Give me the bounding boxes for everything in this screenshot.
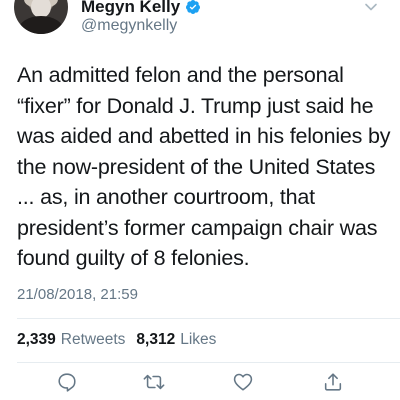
avatar[interactable] — [14, 0, 68, 34]
like-button[interactable] — [229, 368, 257, 396]
reply-icon — [56, 371, 78, 393]
retweet-button[interactable] — [140, 368, 168, 396]
retweets-count[interactable]: 2,339 — [17, 331, 56, 349]
share-icon — [322, 371, 344, 393]
share-button[interactable] — [319, 368, 347, 396]
reply-button[interactable] — [53, 368, 81, 396]
tweet-text: An admitted felon and the personal “fixe… — [17, 63, 391, 270]
verified-badge-icon — [185, 0, 201, 15]
tweet-actions — [0, 368, 400, 400]
tweet-timestamp[interactable]: 21/08/2018, 21:59 — [17, 286, 138, 303]
author-name-row[interactable]: Megyn Kelly — [81, 0, 201, 18]
author-display-name[interactable]: Megyn Kelly — [81, 0, 180, 17]
chevron-down-icon[interactable] — [364, 0, 378, 14]
likes-count[interactable]: 8,312 — [136, 331, 175, 349]
likes-label[interactable]: Likes — [180, 331, 216, 349]
retweets-label[interactable]: Retweets — [61, 331, 126, 349]
divider — [17, 362, 400, 363]
heart-icon — [232, 371, 254, 393]
author-handle[interactable]: @megynkelly — [81, 17, 177, 35]
avatar-shoulders — [18, 16, 64, 34]
retweet-icon — [142, 371, 166, 393]
tweet-stats: 2,339 Retweets 8,312 Likes — [17, 331, 222, 349]
divider — [17, 318, 400, 319]
tweet-card: Megyn Kelly @megynkelly An admitted felo… — [0, 0, 400, 400]
